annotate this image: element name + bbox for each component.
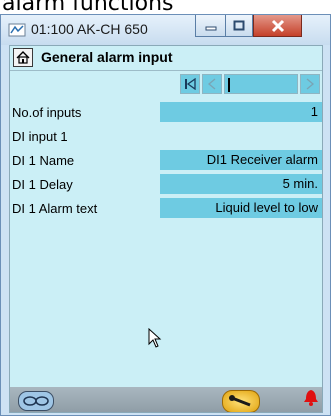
maximize-icon <box>233 20 245 30</box>
row-no-of-inputs: No.of inputs 1 <box>10 102 322 123</box>
home-button[interactable] <box>13 48 33 67</box>
row-label: DI 1 Delay <box>12 177 73 192</box>
row-value-field[interactable]: Liquid level to low <box>160 198 322 218</box>
row-di1-alarm-text: DI 1 Alarm text Liquid level to low <box>10 198 322 219</box>
first-page-button[interactable] <box>180 74 200 94</box>
row-di1-name: DI 1 Name DI1 Receiver alarm <box>10 150 322 171</box>
status-footer <box>10 387 322 412</box>
next-button[interactable] <box>300 74 320 94</box>
window-title: 01:100 AK-CH 650 <box>31 21 148 37</box>
alarm-bell-icon[interactable] <box>303 389 319 407</box>
login-key-button[interactable] <box>222 390 260 412</box>
minimize-button[interactable] <box>195 15 225 37</box>
app-window: 01:100 AK-CH 650 General alarm input No.… <box>0 14 331 416</box>
text-cursor <box>228 78 230 92</box>
record-navigator <box>180 74 322 96</box>
maximize-button[interactable] <box>225 15 253 37</box>
home-icon <box>16 51 30 64</box>
app-icon <box>8 23 26 37</box>
close-button[interactable] <box>253 15 302 37</box>
key-icon <box>229 395 251 407</box>
mouse-pointer-icon <box>148 328 162 348</box>
glasses-icon <box>23 396 49 406</box>
close-icon <box>271 19 284 32</box>
row-value-field[interactable]: 1 <box>160 102 322 122</box>
content-panel: General alarm input No.of inputs 1 DI in… <box>9 45 323 413</box>
row-value-field[interactable]: DI1 Receiver alarm <box>160 150 322 170</box>
previous-button[interactable] <box>202 74 222 94</box>
row-value-field[interactable]: 5 min. <box>160 174 322 194</box>
next-icon <box>306 78 315 90</box>
minimize-icon <box>205 26 216 30</box>
record-index-field[interactable] <box>224 74 298 94</box>
window-titlebar[interactable]: 01:100 AK-CH 650 <box>1 15 330 45</box>
row-label: DI 1 Name <box>12 153 75 168</box>
row-label: No.of inputs <box>12 105 82 120</box>
first-page-icon <box>185 78 196 90</box>
page-title: General alarm input <box>41 49 173 65</box>
row-label: DI input 1 <box>12 129 68 144</box>
view-button[interactable] <box>18 391 54 411</box>
row-di1-delay: DI 1 Delay 5 min. <box>10 174 322 195</box>
row-label: DI 1 Alarm text <box>12 201 98 216</box>
previous-icon <box>207 78 216 90</box>
page-header: General alarm input <box>10 46 322 71</box>
row-di-input-heading: DI input 1 <box>10 126 322 147</box>
